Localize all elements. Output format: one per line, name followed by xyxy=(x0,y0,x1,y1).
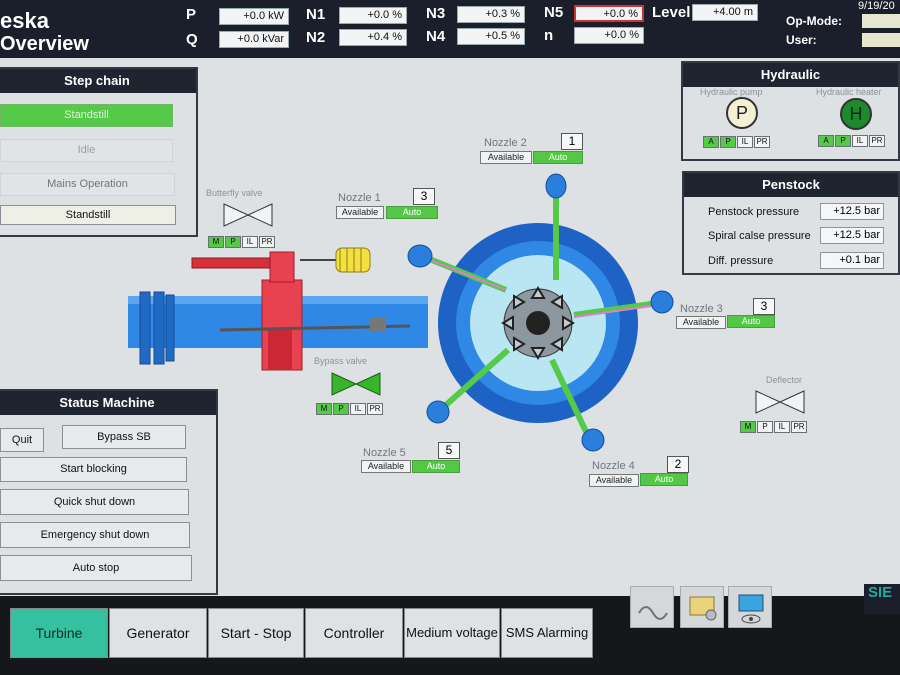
nozzle-3-label: Nozzle 3 xyxy=(680,303,723,315)
deflector-mode-il[interactable]: IL xyxy=(774,421,790,433)
butterfly-mode-pr[interactable]: PR xyxy=(259,236,275,248)
nozzle-5-mode[interactable]: Auto xyxy=(412,460,460,473)
runner-hub xyxy=(526,311,550,335)
deflector-mode-p[interactable]: P xyxy=(757,421,773,433)
bypass-mode-p[interactable]: P xyxy=(333,403,349,415)
counterweight xyxy=(335,247,371,273)
tab-medium-voltage[interactable]: Medium voltage xyxy=(404,608,500,658)
butterfly-valve-label: Butterfly valve xyxy=(206,188,263,198)
butterfly-mode-il[interactable]: IL xyxy=(242,236,258,248)
butterfly-mode-m[interactable]: M xyxy=(208,236,224,248)
nozzle-4-available: Available xyxy=(589,474,639,487)
tab-turbine[interactable]: Turbine xyxy=(10,608,108,658)
monitor-eye-icon[interactable] xyxy=(728,586,772,628)
butterfly-valve-cylinder xyxy=(191,257,271,269)
bypass-valve-mode-strip[interactable]: M P IL PR xyxy=(316,403,384,415)
settings-tools-icon[interactable] xyxy=(680,586,724,628)
butterfly-valve-mode-strip[interactable]: M P IL PR xyxy=(208,236,276,248)
bypass-valve-label: Bypass valve xyxy=(314,356,368,366)
tab-start-stop[interactable]: Start - Stop xyxy=(208,608,304,658)
bypass-mode-pr[interactable]: PR xyxy=(367,403,383,415)
deflector-mode-strip[interactable]: M P IL PR xyxy=(740,421,808,433)
bypass-mode-m[interactable]: M xyxy=(316,403,332,415)
brand-logo: SIE xyxy=(864,584,900,614)
bypass-mode-il[interactable]: IL xyxy=(350,403,366,415)
butterfly-valve-actuator xyxy=(269,251,295,283)
turbine-diagram xyxy=(128,173,805,452)
deflector-label: Deflector xyxy=(766,375,803,385)
tab-controller[interactable]: Controller xyxy=(305,608,403,658)
butterfly-mode-p[interactable]: P xyxy=(225,236,241,248)
nozzle-5-number: 5 xyxy=(438,442,460,459)
pipe-flange xyxy=(153,291,165,365)
nozzle-1-label: Nozzle 1 xyxy=(338,192,381,204)
deflector-icon[interactable] xyxy=(755,390,782,414)
nozzle-1-mode[interactable]: Auto xyxy=(386,206,438,219)
nozzle-3-available: Available xyxy=(676,316,726,329)
bypass-valve-actuator xyxy=(370,318,386,332)
nozzle-2-mode[interactable]: Auto xyxy=(533,151,583,164)
tab-generator[interactable]: Generator xyxy=(109,608,207,658)
nozzle-4-number: 2 xyxy=(667,456,689,473)
pipe-flange xyxy=(165,294,175,362)
nozzle-2-number: 1 xyxy=(561,133,583,150)
deflector-mode-pr[interactable]: PR xyxy=(791,421,807,433)
nozzle-4-label: Nozzle 4 xyxy=(592,460,635,472)
nozzle-5-available: Available xyxy=(361,460,411,473)
nozzle-2-label: Nozzle 2 xyxy=(484,137,527,149)
nozzle-2-available: Available xyxy=(480,151,532,164)
nozzle-4-mode[interactable]: Auto xyxy=(640,473,688,486)
nozzle-1-number: 3 xyxy=(413,188,435,205)
tab-sms-alarming[interactable]: SMS Alarming xyxy=(501,608,593,658)
nozzle-3-number: 3 xyxy=(753,298,775,315)
bypass-valve-icon[interactable] xyxy=(331,372,358,396)
pipe-flange xyxy=(139,291,151,365)
nozzle-5-label: Nozzle 5 xyxy=(363,447,406,459)
nozzle-1-available: Available xyxy=(336,206,384,219)
wave-icon[interactable] xyxy=(630,586,674,628)
butterfly-valve-base xyxy=(268,330,292,370)
nozzle-3-mode[interactable]: Auto xyxy=(727,315,775,328)
deflector-mode-m[interactable]: M xyxy=(740,421,756,433)
butterfly-valve-icon[interactable] xyxy=(223,203,250,227)
hmi-screen: eska Overview P +0.0 kW Q +0.0 kVar N1 +… xyxy=(0,0,900,675)
